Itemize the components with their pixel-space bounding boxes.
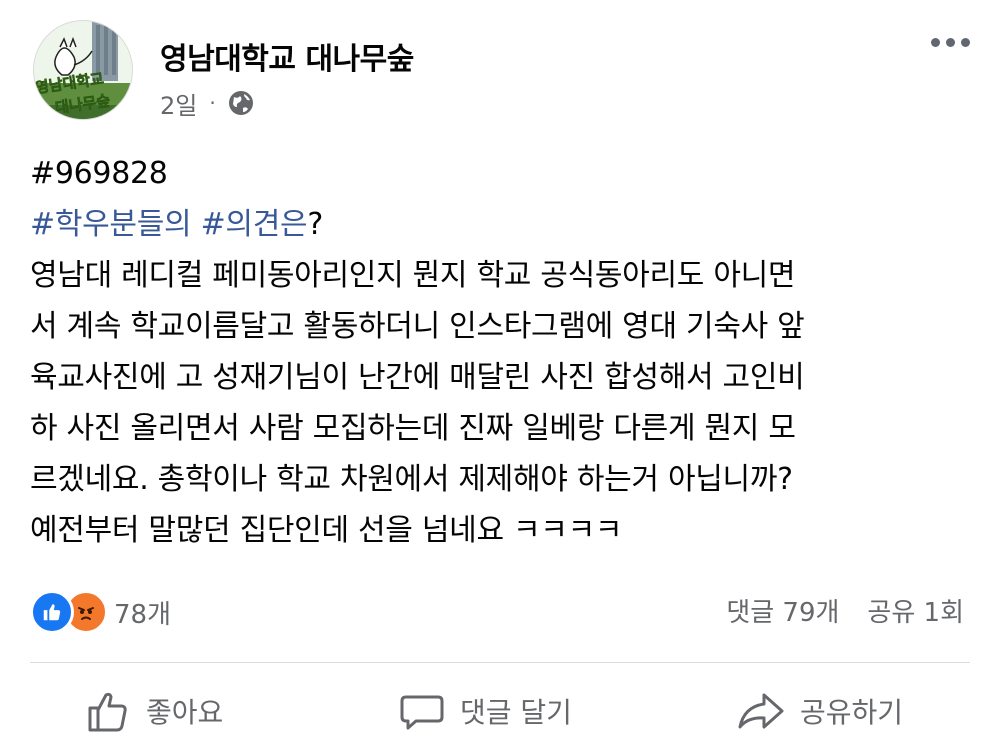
post-text-line: 영남대 레디컬 페미동아리인지 뭔지 학교 공식동아리도 아니면 <box>30 258 796 293</box>
post-number: #969828 <box>30 156 168 191</box>
globe-icon <box>226 88 256 118</box>
post-text-line: 예전부터 말많던 집단인데 선을 넘네요 ㅋㅋㅋㅋ <box>30 513 623 548</box>
comment-count[interactable]: 댓글 79개 <box>726 592 839 629</box>
like-button[interactable]: 좋아요 <box>84 686 223 736</box>
hashtag-link[interactable]: #학우분들의 <box>30 207 192 242</box>
share-label: 공유하기 <box>800 696 904 729</box>
engagement-stats: 댓글 79개 공유 1회 <box>726 592 964 629</box>
more-dot <box>946 38 955 47</box>
reaction-count: 78개 <box>114 599 172 630</box>
share-icon <box>736 687 786 735</box>
avatar[interactable]: 영남대학교 대나무숲 <box>33 20 133 120</box>
divider <box>30 662 970 663</box>
comment-label: 댓글 달기 <box>460 696 572 729</box>
like-reaction-icon <box>30 590 74 634</box>
post-meta: 2일 · <box>160 86 256 120</box>
post-text-line: 육교사진에 고 성재기님이 난간에 매달린 사진 합성해서 고인비 <box>30 360 805 395</box>
hashtag-line: #학우분들의 #의견은? <box>30 199 980 250</box>
post-timestamp[interactable]: 2일 <box>160 86 197 121</box>
post-text-line: 서 계속 학교이름달고 활동하더니 인스타그램에 영대 기숙사 앞 <box>30 309 805 344</box>
share-button[interactable]: 공유하기 <box>736 686 903 736</box>
more-dot <box>961 38 970 47</box>
comment-icon <box>398 687 446 735</box>
more-dot <box>931 38 940 47</box>
page-name[interactable]: 영남대학교 대나무숲 <box>160 34 414 78</box>
like-label: 좋아요 <box>146 696 224 729</box>
post-header: 영남대학교 대나무숲 영남대학교 대나무숲 2일 · <box>0 0 1000 145</box>
post-text-line: 하 사진 올리면서 사람 모집하는데 진짜 일베랑 다른게 뭔지 모 <box>30 411 796 446</box>
avatar-image: 영남대학교 대나무숲 <box>34 21 132 119</box>
hashtag-suffix: ? <box>307 207 323 242</box>
thumbs-up-icon <box>84 687 132 735</box>
reaction-summary[interactable]: 78개 <box>30 590 171 634</box>
more-icon[interactable] <box>931 38 970 47</box>
post-body: #969828 #학우분들의 #의견은? 영남대 레디컬 페미동아리인지 뭔지 … <box>30 148 980 556</box>
post-text-line: 르겠네요. 총학이나 학교 차원에서 제제해야 하는거 아닙니까? <box>30 462 793 497</box>
action-bar: 좋아요 댓글 달기 공유하기 <box>0 676 1000 746</box>
meta-separator: · <box>209 91 216 115</box>
hashtag-link[interactable]: #의견은 <box>201 207 308 242</box>
comment-button[interactable]: 댓글 달기 <box>398 686 572 736</box>
share-count[interactable]: 공유 1회 <box>867 592 964 629</box>
